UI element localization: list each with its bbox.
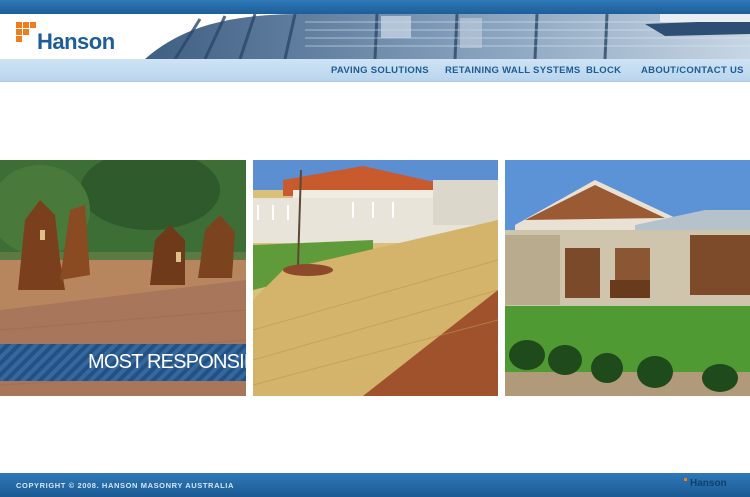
most-responsible-banner: MOST RESPONSIBLE	[88, 351, 246, 373]
copyright-text: COPYRIGHT © 2008. HANSON MASONRY AUSTRAL…	[16, 481, 234, 490]
nav-block[interactable]: BLOCK	[586, 65, 621, 76]
paved-driveway-photo[interactable]	[253, 160, 498, 396]
logo-squares-icon	[684, 478, 687, 481]
footer: COPYRIGHT © 2008. HANSON MASONRY AUSTRAL…	[0, 473, 750, 497]
top-strip	[0, 0, 750, 14]
footer-hanson-logo[interactable]: Hanson	[684, 478, 736, 492]
header: Hanson	[0, 14, 750, 59]
nav-paving-solutions[interactable]: PAVING SOLUTIONS	[331, 65, 429, 76]
nav-retaining-wall-systems[interactable]: RETAINING WALL SYSTEMS	[445, 65, 581, 76]
nav-about-contact[interactable]: ABOUT/CONTACT US	[641, 65, 744, 76]
logo-text: Hanson	[37, 29, 115, 54]
house-garden-photo[interactable]	[505, 160, 750, 396]
footer-logo-text: Hanson	[690, 478, 727, 489]
sculpture-plaza-photo[interactable]: MOST RESPONSIBLE	[0, 160, 246, 396]
house-facade-header-image	[145, 14, 750, 59]
logo-squares-icon	[16, 22, 38, 44]
main-nav: PAVING SOLUTIONS RETAINING WALL SYSTEMS …	[0, 59, 750, 82]
